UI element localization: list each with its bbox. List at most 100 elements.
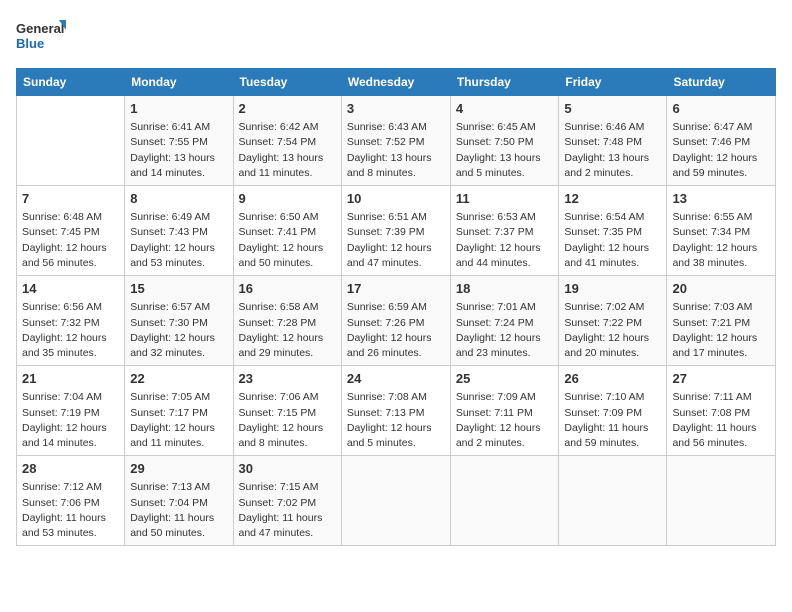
calendar-day-cell: 9 Sunrise: 6:50 AM Sunset: 7:41 PM Daylig… — [233, 186, 341, 276]
calendar-day-cell: 28 Sunrise: 7:12 AM Sunset: 7:06 PM Dayli… — [17, 456, 125, 546]
calendar-day-cell: 25Sunrise: 7:09 AM Sunset: 7:11 PM Dayli… — [450, 366, 559, 456]
svg-text:General: General — [16, 21, 64, 36]
day-number: 6 — [672, 100, 770, 118]
calendar-day-cell: 10 Sunrise: 6:51 AM Sunset: 7:39 PM Dayli… — [341, 186, 450, 276]
calendar-day-cell: 8 Sunrise: 6:49 AM Sunset: 7:43 PM Daylig… — [125, 186, 233, 276]
calendar-day-cell: 6 Sunrise: 6:47 AM Sunset: 7:46 PM Daylig… — [667, 96, 776, 186]
day-info: Sunrise: 6:46 AM Sunset: 7:48 PM Dayligh… — [564, 120, 661, 181]
calendar-day-cell: 11 Sunrise: 6:53 AM Sunset: 7:37 PM Dayli… — [450, 186, 559, 276]
day-info: Sunrise: 6:49 AM Sunset: 7:43 PM Dayligh… — [130, 210, 227, 271]
calendar-week-row: 21 Sunrise: 7:04 AM Sunset: 7:19 PM Dayli… — [17, 366, 776, 456]
calendar-day-cell: 2 Sunrise: 6:42 AM Sunset: 7:54 PM Daylig… — [233, 96, 341, 186]
day-number: 19 — [564, 280, 661, 298]
day-number: 20 — [672, 280, 770, 298]
day-of-week-header: Sunday — [17, 69, 125, 96]
calendar-day-cell: 30Sunrise: 7:15 AM Sunset: 7:02 PM Dayli… — [233, 456, 341, 546]
calendar-header-row: SundayMondayTuesdayWednesdayThursdayFrid… — [17, 69, 776, 96]
day-number: 2 — [239, 100, 336, 118]
calendar-day-cell: 7 Sunrise: 6:48 AM Sunset: 7:45 PM Daylig… — [17, 186, 125, 276]
calendar-day-cell: 22 Sunrise: 7:05 AM Sunset: 7:17 PM Dayli… — [125, 366, 233, 456]
calendar-day-cell — [559, 456, 667, 546]
day-info: Sunrise: 7:12 AM Sunset: 7:06 PM Dayligh… — [22, 480, 119, 541]
calendar-day-cell — [667, 456, 776, 546]
day-info: Sunrise: 7:05 AM Sunset: 7:17 PM Dayligh… — [130, 390, 227, 451]
day-number: 11 — [456, 190, 554, 208]
day-info: Sunrise: 6:48 AM Sunset: 7:45 PM Dayligh… — [22, 210, 119, 271]
logo-svg: General Blue — [16, 16, 66, 56]
day-info: Sunrise: 6:56 AM Sunset: 7:32 PM Dayligh… — [22, 300, 119, 361]
day-info: Sunrise: 6:47 AM Sunset: 7:46 PM Dayligh… — [672, 120, 770, 181]
calendar-day-cell: 14Sunrise: 6:56 AM Sunset: 7:32 PM Dayli… — [17, 276, 125, 366]
day-number: 5 — [564, 100, 661, 118]
day-number: 10 — [347, 190, 445, 208]
day-of-week-header: Wednesday — [341, 69, 450, 96]
calendar-day-cell: 13 Sunrise: 6:55 AM Sunset: 7:34 PM Dayli… — [667, 186, 776, 276]
day-info: Sunrise: 6:43 AM Sunset: 7:52 PM Dayligh… — [347, 120, 445, 181]
day-number: 4 — [456, 100, 554, 118]
day-number: 24 — [347, 370, 445, 388]
day-of-week-header: Thursday — [450, 69, 559, 96]
day-number: 15 — [130, 280, 227, 298]
day-info: Sunrise: 6:57 AM Sunset: 7:30 PM Dayligh… — [130, 300, 227, 361]
day-info: Sunrise: 7:13 AM Sunset: 7:04 PM Dayligh… — [130, 480, 227, 541]
calendar-body: 1Sunrise: 6:41 AM Sunset: 7:55 PM Daylig… — [17, 96, 776, 546]
calendar-day-cell: 5 Sunrise: 6:46 AM Sunset: 7:48 PM Daylig… — [559, 96, 667, 186]
calendar-day-cell: 29 Sunrise: 7:13 AM Sunset: 7:04 PM Dayli… — [125, 456, 233, 546]
calendar-week-row: 7 Sunrise: 6:48 AM Sunset: 7:45 PM Daylig… — [17, 186, 776, 276]
calendar-day-cell — [17, 96, 125, 186]
day-info: Sunrise: 7:08 AM Sunset: 7:13 PM Dayligh… — [347, 390, 445, 451]
day-number: 8 — [130, 190, 227, 208]
calendar-week-row: 14Sunrise: 6:56 AM Sunset: 7:32 PM Dayli… — [17, 276, 776, 366]
calendar-day-cell: 19 Sunrise: 7:02 AM Sunset: 7:22 PM Dayli… — [559, 276, 667, 366]
day-info: Sunrise: 6:50 AM Sunset: 7:41 PM Dayligh… — [239, 210, 336, 271]
day-info: Sunrise: 6:53 AM Sunset: 7:37 PM Dayligh… — [456, 210, 554, 271]
day-number: 3 — [347, 100, 445, 118]
page-header: General Blue — [16, 16, 776, 56]
day-info: Sunrise: 7:06 AM Sunset: 7:15 PM Dayligh… — [239, 390, 336, 451]
calendar-day-cell: 17 Sunrise: 6:59 AM Sunset: 7:26 PM Dayli… — [341, 276, 450, 366]
calendar-day-cell — [450, 456, 559, 546]
day-of-week-header: Monday — [125, 69, 233, 96]
day-info: Sunrise: 7:10 AM Sunset: 7:09 PM Dayligh… — [564, 390, 661, 451]
day-number: 21 — [22, 370, 119, 388]
day-number: 9 — [239, 190, 336, 208]
day-number: 13 — [672, 190, 770, 208]
day-number: 28 — [22, 460, 119, 478]
day-info: Sunrise: 7:01 AM Sunset: 7:24 PM Dayligh… — [456, 300, 554, 361]
day-number: 27 — [672, 370, 770, 388]
day-number: 30 — [239, 460, 336, 478]
day-number: 29 — [130, 460, 227, 478]
day-info: Sunrise: 7:03 AM Sunset: 7:21 PM Dayligh… — [672, 300, 770, 361]
calendar-day-cell: 18 Sunrise: 7:01 AM Sunset: 7:24 PM Dayli… — [450, 276, 559, 366]
day-of-week-header: Friday — [559, 69, 667, 96]
day-number: 26 — [564, 370, 661, 388]
calendar-table: SundayMondayTuesdayWednesdayThursdayFrid… — [16, 68, 776, 546]
day-info: Sunrise: 6:41 AM Sunset: 7:55 PM Dayligh… — [130, 120, 227, 181]
day-number: 22 — [130, 370, 227, 388]
calendar-day-cell: 12Sunrise: 6:54 AM Sunset: 7:35 PM Dayli… — [559, 186, 667, 276]
svg-text:Blue: Blue — [16, 36, 44, 51]
day-info: Sunrise: 6:51 AM Sunset: 7:39 PM Dayligh… — [347, 210, 445, 271]
day-info: Sunrise: 7:02 AM Sunset: 7:22 PM Dayligh… — [564, 300, 661, 361]
logo: General Blue — [16, 16, 66, 56]
day-info: Sunrise: 7:04 AM Sunset: 7:19 PM Dayligh… — [22, 390, 119, 451]
calendar-day-cell: 21 Sunrise: 7:04 AM Sunset: 7:19 PM Dayli… — [17, 366, 125, 456]
day-info: Sunrise: 6:58 AM Sunset: 7:28 PM Dayligh… — [239, 300, 336, 361]
day-of-week-header: Tuesday — [233, 69, 341, 96]
calendar-day-cell: 16 Sunrise: 6:58 AM Sunset: 7:28 PM Dayli… — [233, 276, 341, 366]
day-number: 7 — [22, 190, 119, 208]
day-info: Sunrise: 6:42 AM Sunset: 7:54 PM Dayligh… — [239, 120, 336, 181]
calendar-day-cell: 15 Sunrise: 6:57 AM Sunset: 7:30 PM Dayli… — [125, 276, 233, 366]
day-info: Sunrise: 6:55 AM Sunset: 7:34 PM Dayligh… — [672, 210, 770, 271]
day-number: 16 — [239, 280, 336, 298]
calendar-day-cell: 26 Sunrise: 7:10 AM Sunset: 7:09 PM Dayli… — [559, 366, 667, 456]
calendar-week-row: 28 Sunrise: 7:12 AM Sunset: 7:06 PM Dayli… — [17, 456, 776, 546]
day-number: 12 — [564, 190, 661, 208]
day-number: 23 — [239, 370, 336, 388]
calendar-day-cell: 20 Sunrise: 7:03 AM Sunset: 7:21 PM Dayli… — [667, 276, 776, 366]
day-info: Sunrise: 6:59 AM Sunset: 7:26 PM Dayligh… — [347, 300, 445, 361]
day-number: 17 — [347, 280, 445, 298]
calendar-day-cell — [341, 456, 450, 546]
calendar-day-cell: 24 Sunrise: 7:08 AM Sunset: 7:13 PM Dayli… — [341, 366, 450, 456]
day-number: 18 — [456, 280, 554, 298]
